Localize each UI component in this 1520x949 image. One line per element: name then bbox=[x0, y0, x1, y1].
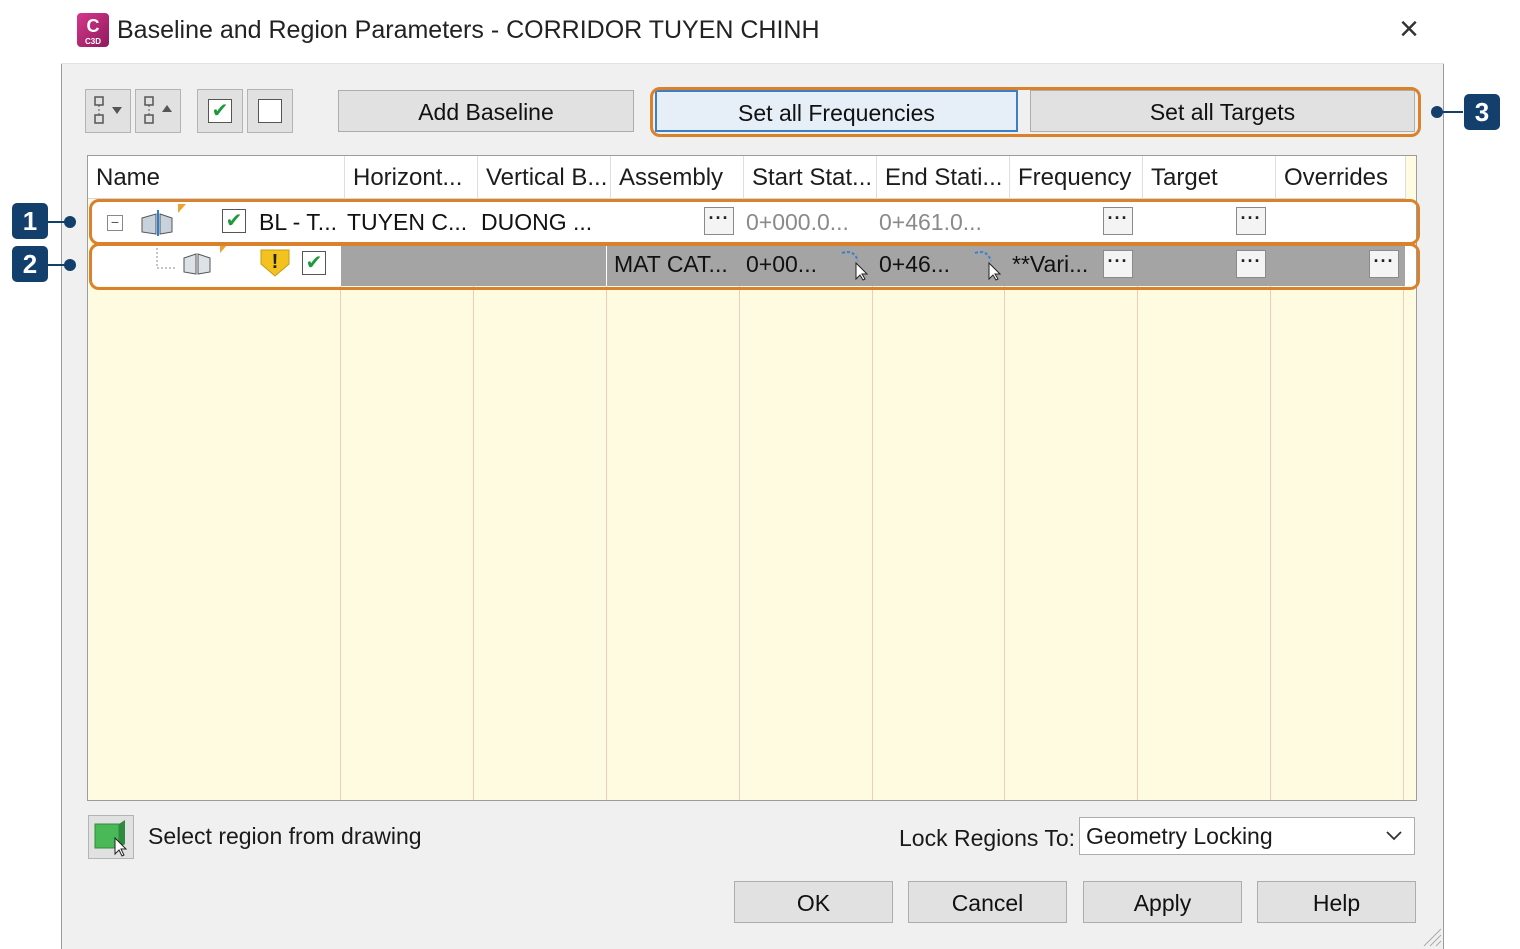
column-header-target[interactable]: Target bbox=[1143, 156, 1276, 199]
checked-checkbox-icon: ✔ bbox=[208, 99, 232, 123]
check-all-button[interactable]: ✔ bbox=[197, 89, 243, 133]
column-header-assembly[interactable]: Assembly bbox=[611, 156, 744, 199]
grid-header: Name Horizont... Vertical B... Assembly … bbox=[88, 156, 1406, 199]
lock-regions-value: Geometry Locking bbox=[1086, 823, 1273, 849]
column-header-start-station[interactable]: Start Stat... bbox=[744, 156, 877, 199]
lock-regions-label: Lock Regions To: bbox=[899, 825, 1076, 851]
callout-2: 2 bbox=[12, 246, 48, 282]
callout-3: 3 bbox=[1464, 94, 1500, 130]
select-region-button[interactable] bbox=[88, 815, 134, 859]
callout-dot bbox=[64, 216, 76, 228]
ok-button[interactable]: OK bbox=[734, 881, 893, 923]
callout-dot bbox=[64, 259, 76, 271]
select-region-label: Select region from drawing bbox=[148, 823, 422, 849]
cancel-button[interactable]: Cancel bbox=[908, 881, 1067, 923]
highlight-region-row bbox=[89, 243, 1420, 290]
column-header-name[interactable]: Name bbox=[88, 156, 345, 199]
highlight-baseline-row bbox=[89, 199, 1420, 245]
civil3d-app-icon: C C3D bbox=[77, 13, 109, 47]
callout-1: 1 bbox=[12, 203, 48, 239]
column-header-overrides[interactable]: Overrides bbox=[1276, 156, 1406, 199]
collapse-all-button[interactable] bbox=[135, 89, 181, 133]
close-icon[interactable]: × bbox=[1392, 12, 1426, 48]
expand-tree-icon bbox=[94, 96, 122, 124]
help-button[interactable]: Help bbox=[1257, 881, 1416, 923]
callout-leader bbox=[1441, 111, 1463, 113]
lock-regions-select[interactable]: Geometry Locking bbox=[1079, 817, 1415, 855]
select-region-icon bbox=[94, 820, 128, 857]
resize-grip-icon[interactable] bbox=[1420, 925, 1442, 947]
column-header-frequency[interactable]: Frequency bbox=[1010, 156, 1143, 199]
highlight-set-buttons bbox=[650, 87, 1421, 137]
add-baseline-button[interactable]: Add Baseline bbox=[338, 90, 634, 132]
expand-all-button[interactable] bbox=[85, 89, 131, 133]
window-title: Baseline and Region Parameters - CORRIDO… bbox=[117, 16, 820, 44]
column-header-vertical[interactable]: Vertical B... bbox=[478, 156, 611, 199]
unchecked-checkbox-icon bbox=[258, 99, 282, 123]
chevron-down-icon bbox=[1386, 831, 1402, 841]
collapse-tree-icon bbox=[144, 96, 172, 124]
apply-button[interactable]: Apply bbox=[1083, 881, 1242, 923]
column-header-horizontal[interactable]: Horizont... bbox=[345, 156, 478, 199]
column-header-end-station[interactable]: End Stati... bbox=[877, 156, 1010, 199]
uncheck-all-button[interactable] bbox=[247, 89, 293, 133]
